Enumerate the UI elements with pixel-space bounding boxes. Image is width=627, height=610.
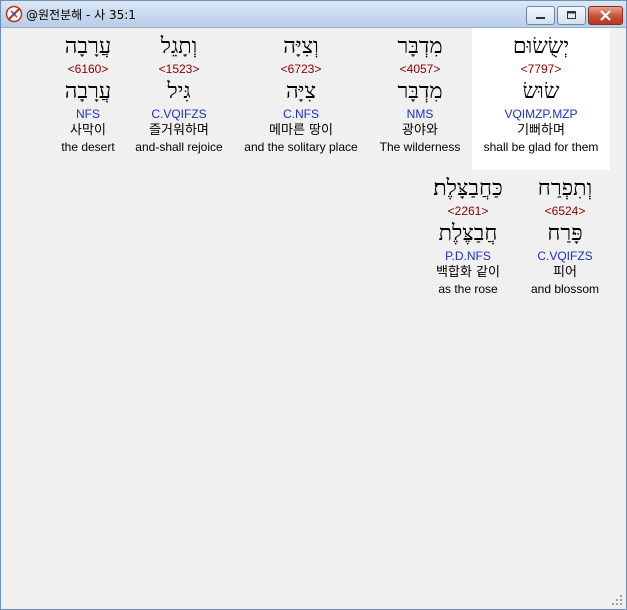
strong-number[interactable]: <6524> bbox=[518, 204, 612, 219]
parsing-code: C.VQIFZS bbox=[151, 107, 207, 121]
parsing-code: P.D.NFS bbox=[445, 249, 491, 263]
english-gloss: The wilderness bbox=[379, 140, 461, 154]
korean-gloss: 기뻐하며 bbox=[517, 123, 565, 138]
hebrew-lemma: עֲרָבָה bbox=[64, 79, 112, 104]
hebrew-word: מִדְבָּר bbox=[397, 34, 443, 59]
maximize-icon bbox=[567, 11, 576, 19]
parsing-code: C.NFS bbox=[283, 107, 319, 121]
english-gloss: shall be glad for them bbox=[483, 140, 599, 154]
word-column[interactable]: יְשֻׂשׂוּם <7797> שׂוּשׂ VQIMZP.MZP 기뻐하며… bbox=[472, 32, 610, 155]
strong-number[interactable]: <2261> bbox=[414, 204, 522, 219]
word-column[interactable]: וְתִפְרַח <6524> פָּרַח C.VQIFZS 피어 and … bbox=[518, 174, 612, 297]
hebrew-word: וְצִיָּה bbox=[283, 34, 319, 59]
minimize-button[interactable] bbox=[526, 6, 555, 25]
hebrew-lemma: גִּיל bbox=[167, 79, 191, 104]
word-column[interactable]: עֲרָבָה <6160> עֲרָבָה NFS 사막이 the deser… bbox=[48, 32, 128, 155]
resize-grip-icon[interactable] bbox=[611, 594, 623, 606]
strong-number[interactable]: <7797> bbox=[472, 62, 610, 77]
word-column[interactable]: וְצִיָּה <6723> צִיָּה C.NFS 메마른 땅이 and … bbox=[236, 32, 366, 155]
hebrew-word: עֲרָבָה bbox=[64, 34, 112, 59]
window-title: @원전분해 - 사 35:1 bbox=[26, 8, 136, 22]
interlinear-panel: יְשֻׂשׂוּם <7797> שׂוּשׂ VQIMZP.MZP 기뻐하며… bbox=[4, 28, 623, 606]
hebrew-word: כַּחֲבַצָּלֶת׃ bbox=[433, 176, 503, 201]
korean-gloss: 광야와 bbox=[402, 123, 438, 138]
hebrew-lemma: שׂוּשׂ bbox=[522, 79, 560, 104]
parsing-code: NFS bbox=[76, 107, 100, 121]
english-gloss: and the solitary place bbox=[244, 140, 358, 154]
strong-number[interactable]: <4057> bbox=[372, 62, 468, 77]
english-gloss: and blossom bbox=[530, 282, 600, 296]
parsing-code: VQIMZP.MZP bbox=[504, 107, 578, 121]
hebrew-lemma: פָּרַח bbox=[547, 221, 583, 246]
parsing-code: C.VQIFZS bbox=[537, 249, 593, 263]
close-icon bbox=[600, 10, 611, 21]
hebrew-word: וְתָגֵל bbox=[160, 34, 198, 59]
korean-gloss: 백합화 같이 bbox=[436, 265, 500, 280]
strong-number[interactable]: <6160> bbox=[48, 62, 128, 77]
hebrew-word: וְתִפְרַח bbox=[537, 176, 593, 201]
english-gloss: the desert bbox=[61, 140, 115, 154]
strong-number[interactable]: <1523> bbox=[130, 62, 228, 77]
korean-gloss: 사막이 bbox=[70, 123, 106, 138]
english-gloss: as the rose bbox=[438, 282, 498, 296]
hebrew-lemma: צִיָּה bbox=[286, 79, 316, 104]
korean-gloss: 피어 bbox=[553, 265, 577, 280]
hebrew-lemma: מִדְבָּר bbox=[397, 79, 443, 104]
strong-number[interactable]: <6723> bbox=[236, 62, 366, 77]
close-button[interactable] bbox=[588, 6, 623, 25]
app-window: @원전분해 - 사 35:1 יְשֻׂשׂוּם <7797> שׂוּשׂ … bbox=[0, 0, 627, 610]
hebrew-word: יְשֻׂשׂוּם bbox=[512, 34, 570, 59]
korean-gloss: 즐거워하며 bbox=[149, 123, 209, 138]
word-column[interactable]: וְתָגֵל <1523> גִּיל C.VQIFZS 즐거워하며 and-… bbox=[130, 32, 228, 155]
app-logo-icon[interactable] bbox=[5, 5, 23, 23]
minimize-icon bbox=[536, 17, 545, 19]
maximize-button[interactable] bbox=[557, 6, 586, 25]
korean-gloss: 메마른 땅이 bbox=[269, 123, 333, 138]
english-gloss: and-shall rejoice bbox=[135, 140, 223, 154]
word-column[interactable]: כַּחֲבַצָּלֶת׃ <2261> חֲבַצֶּלֶת P.D.NFS… bbox=[414, 174, 522, 297]
hebrew-lemma: חֲבַצֶּלֶת bbox=[438, 221, 498, 246]
title-bar[interactable]: @원전분해 - 사 35:1 bbox=[1, 1, 626, 28]
word-column[interactable]: מִדְבָּר <4057> מִדְבָּר NMS 광야와 The wil… bbox=[372, 32, 468, 155]
parsing-code: NMS bbox=[406, 107, 434, 121]
